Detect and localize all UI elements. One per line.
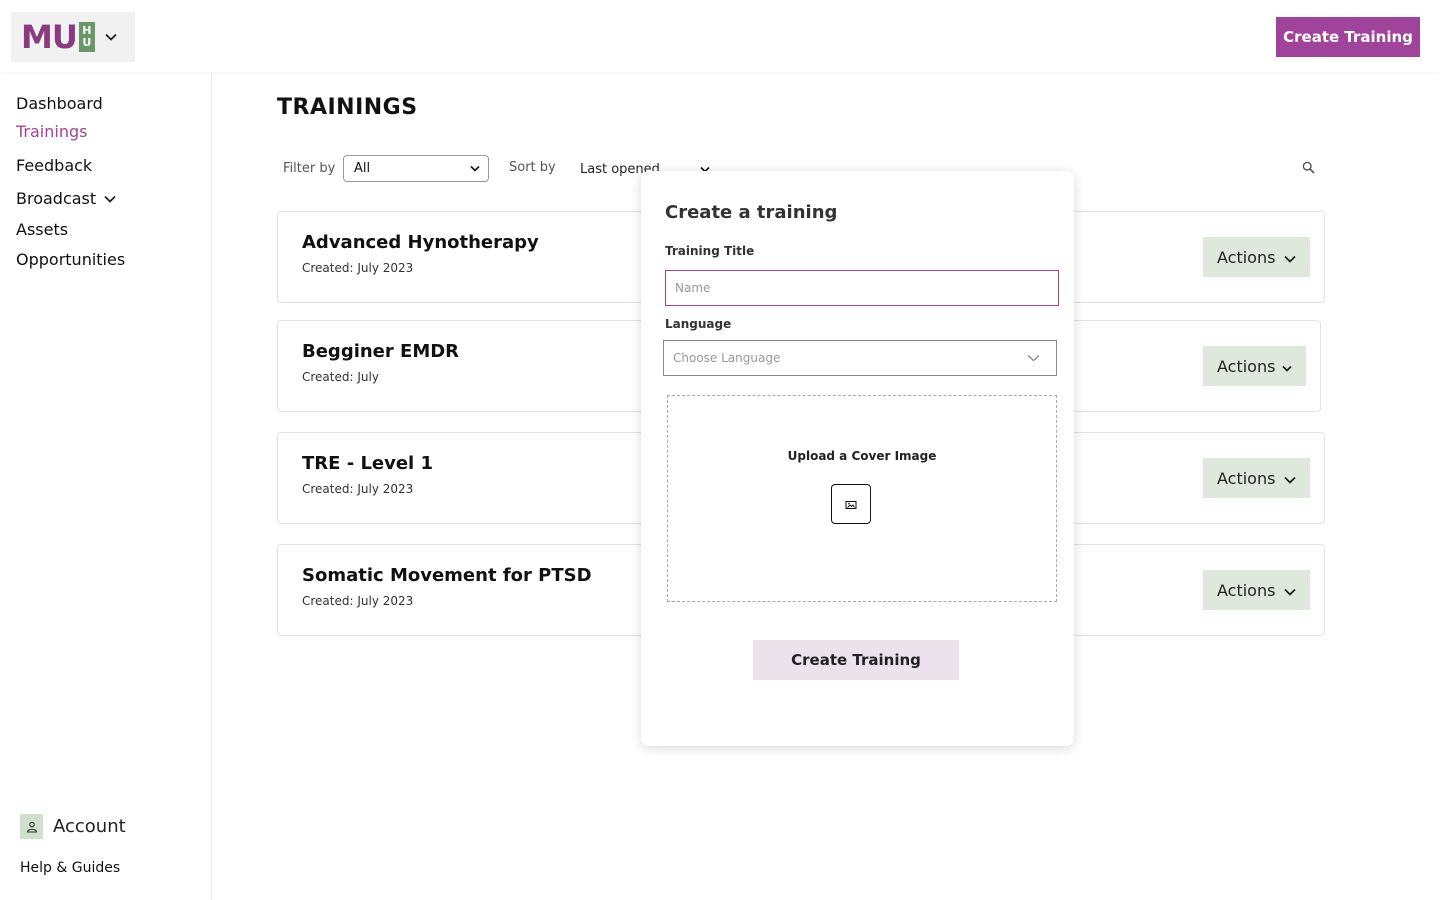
language-select[interactable]: Choose Language bbox=[663, 340, 1057, 376]
sidebar-item-dashboard[interactable]: Dashboard bbox=[16, 94, 103, 113]
actions-button[interactable]: Actions bbox=[1203, 570, 1310, 610]
cover-image-dropzone[interactable]: Upload a Cover Image bbox=[667, 395, 1057, 602]
upload-label: Upload a Cover Image bbox=[787, 449, 937, 463]
filter-value: All bbox=[354, 161, 371, 176]
chevron-down-icon bbox=[104, 195, 116, 203]
modal-create-training-button[interactable]: Create Training bbox=[753, 640, 959, 680]
language-placeholder: Choose Language bbox=[673, 351, 781, 365]
training-created-date: Created: July bbox=[302, 370, 379, 384]
actions-button[interactable]: Actions bbox=[1203, 458, 1310, 498]
chevron-down-icon bbox=[1027, 351, 1040, 365]
top-header: MU H U Create Training bbox=[0, 0, 1440, 72]
training-title-input[interactable] bbox=[665, 270, 1059, 306]
sidebar-item-label: Trainings bbox=[16, 122, 88, 141]
training-title: Begginer EMDR bbox=[302, 341, 460, 362]
upload-image-button[interactable] bbox=[831, 484, 871, 524]
logo-hu-block: H U bbox=[78, 22, 95, 52]
training-title-label: Training Title bbox=[665, 244, 755, 258]
filter-label: Filter by bbox=[283, 161, 336, 176]
logo-hu-bottom: U bbox=[82, 36, 92, 49]
account-link[interactable]: Account bbox=[20, 814, 126, 839]
sort-label: Sort by bbox=[509, 160, 556, 175]
sidebar-item-assets[interactable]: Assets bbox=[16, 220, 68, 239]
sidebar-item-feedback[interactable]: Feedback bbox=[16, 156, 92, 175]
training-title: Somatic Movement for PTSD bbox=[302, 565, 592, 586]
chevron-down-icon bbox=[470, 161, 480, 176]
chevron-down-icon bbox=[1284, 581, 1296, 600]
sidebar-item-broadcast[interactable]: Broadcast bbox=[16, 189, 116, 208]
chevron-down-icon bbox=[1284, 248, 1296, 267]
sidebar-item-label: Assets bbox=[16, 220, 69, 239]
page-title: TRAININGS bbox=[277, 95, 418, 120]
create-training-button[interactable]: Create Training bbox=[1276, 17, 1420, 57]
training-title: TRE - Level 1 bbox=[302, 453, 434, 474]
sidebar-item-label: Opportunities bbox=[16, 250, 126, 269]
logo-switcher[interactable]: MU H U bbox=[11, 12, 135, 62]
chevron-down-icon bbox=[1284, 469, 1296, 488]
filter-select[interactable]: All bbox=[343, 155, 489, 182]
modal-title: Create a training bbox=[665, 202, 838, 223]
sidebar-item-label: Dashboard bbox=[16, 94, 103, 113]
sidebar-item-opportunities[interactable]: Opportunities bbox=[16, 250, 125, 269]
actions-label: Actions bbox=[1217, 468, 1276, 488]
create-training-modal: Create a training Training Title Languag… bbox=[641, 171, 1074, 746]
image-icon bbox=[845, 495, 857, 514]
chevron-down-icon bbox=[105, 33, 117, 41]
training-created-date: Created: July 2023 bbox=[302, 594, 414, 608]
sidebar: Dashboard Trainings Feedback Broadcast A… bbox=[0, 72, 212, 900]
account-label: Account bbox=[53, 816, 126, 837]
training-created-date: Created: July 2023 bbox=[302, 261, 414, 275]
actions-label: Actions bbox=[1217, 356, 1276, 376]
actions-button[interactable]: Actions bbox=[1203, 346, 1306, 386]
training-title: Advanced Hynotherapy bbox=[302, 232, 539, 253]
sidebar-item-label: Broadcast bbox=[16, 189, 97, 208]
search-icon[interactable] bbox=[1302, 159, 1315, 178]
logo-mu-text: MU bbox=[21, 18, 78, 56]
chevron-down-icon bbox=[1282, 357, 1292, 376]
actions-label: Actions bbox=[1217, 247, 1276, 267]
training-created-date: Created: July 2023 bbox=[302, 482, 414, 496]
help-guides-link[interactable]: Help & Guides bbox=[20, 860, 120, 876]
sidebar-item-label: Feedback bbox=[16, 156, 93, 175]
actions-label: Actions bbox=[1217, 580, 1276, 600]
actions-button[interactable]: Actions bbox=[1203, 237, 1310, 277]
sidebar-item-trainings[interactable]: Trainings bbox=[16, 122, 87, 141]
language-label: Language bbox=[665, 317, 732, 331]
user-icon bbox=[20, 814, 43, 839]
